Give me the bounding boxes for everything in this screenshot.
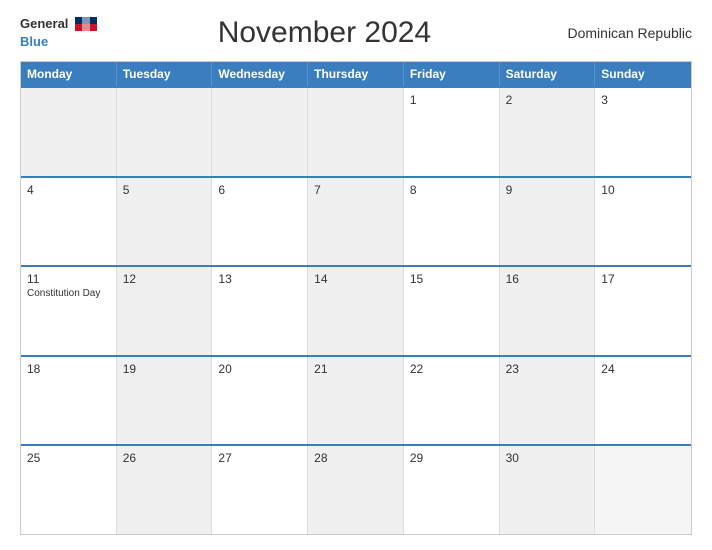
cal-cell-2-6: 9 xyxy=(500,178,596,266)
cal-cell-4-3: 20 xyxy=(212,357,308,445)
day-number: 5 xyxy=(123,183,206,197)
header-day-saturday: Saturday xyxy=(500,62,596,86)
cal-cell-4-4: 21 xyxy=(308,357,404,445)
week-row-5: 25 26 27 28 29 30 xyxy=(21,444,691,534)
day-number: 8 xyxy=(410,183,493,197)
day-number: 30 xyxy=(506,451,589,465)
cal-cell-3-1: 11 Constitution Day xyxy=(21,267,117,355)
cal-cell-4-2: 19 xyxy=(117,357,213,445)
day-number: 23 xyxy=(506,362,589,376)
header-day-wednesday: Wednesday xyxy=(212,62,308,86)
cal-cell-5-2: 26 xyxy=(117,446,213,534)
header: General Blue November 2024 Dominican Rep… xyxy=(20,15,692,51)
logo: General Blue xyxy=(20,15,97,51)
cal-cell-3-4: 14 xyxy=(308,267,404,355)
cal-cell-1-6: 2 xyxy=(500,88,596,176)
day-number: 19 xyxy=(123,362,206,376)
day-number: 18 xyxy=(27,362,110,376)
cal-cell-1-1 xyxy=(21,88,117,176)
day-number: 4 xyxy=(27,183,110,197)
cal-cell-3-7: 17 xyxy=(595,267,691,355)
logo-blue: Blue xyxy=(20,34,48,49)
header-day-friday: Friday xyxy=(404,62,500,86)
cal-cell-2-7: 10 xyxy=(595,178,691,266)
header-day-thursday: Thursday xyxy=(308,62,404,86)
cal-cell-3-5: 15 xyxy=(404,267,500,355)
cal-cell-2-4: 7 xyxy=(308,178,404,266)
day-number: 26 xyxy=(123,451,206,465)
cal-cell-1-2 xyxy=(117,88,213,176)
cal-cell-3-2: 12 xyxy=(117,267,213,355)
country-name: Dominican Republic xyxy=(552,25,692,41)
day-number: 17 xyxy=(601,272,685,286)
day-number: 21 xyxy=(314,362,397,376)
holiday-label: Constitution Day xyxy=(27,288,110,299)
cal-cell-1-4 xyxy=(308,88,404,176)
month-title: November 2024 xyxy=(97,16,552,50)
cal-cell-5-7 xyxy=(595,446,691,534)
cal-cell-2-5: 8 xyxy=(404,178,500,266)
cal-cell-5-4: 28 xyxy=(308,446,404,534)
day-number: 10 xyxy=(601,183,685,197)
cal-cell-3-3: 13 xyxy=(212,267,308,355)
day-number: 3 xyxy=(601,93,685,107)
week-row-3: 11 Constitution Day 12 13 14 15 16 17 xyxy=(21,265,691,355)
calendar-page: General Blue November 2024 Dominican Rep… xyxy=(0,0,712,550)
cal-cell-5-5: 29 xyxy=(404,446,500,534)
cal-cell-3-6: 16 xyxy=(500,267,596,355)
cal-cell-1-5: 1 xyxy=(404,88,500,176)
cal-cell-1-7: 3 xyxy=(595,88,691,176)
cal-cell-5-6: 30 xyxy=(500,446,596,534)
cal-cell-4-7: 24 xyxy=(595,357,691,445)
week-row-4: 18 19 20 21 22 23 24 xyxy=(21,355,691,445)
calendar-header: MondayTuesdayWednesdayThursdayFridaySatu… xyxy=(21,62,691,86)
day-number: 1 xyxy=(410,93,493,107)
header-day-monday: Monday xyxy=(21,62,117,86)
cal-cell-2-3: 6 xyxy=(212,178,308,266)
logo-top-line: General xyxy=(20,15,97,33)
day-number: 7 xyxy=(314,183,397,197)
header-day-sunday: Sunday xyxy=(595,62,691,86)
calendar: MondayTuesdayWednesdayThursdayFridaySatu… xyxy=(20,61,692,535)
cal-cell-4-6: 23 xyxy=(500,357,596,445)
cal-cell-4-5: 22 xyxy=(404,357,500,445)
cal-cell-4-1: 18 xyxy=(21,357,117,445)
day-number: 22 xyxy=(410,362,493,376)
cal-cell-2-1: 4 xyxy=(21,178,117,266)
day-number: 27 xyxy=(218,451,301,465)
day-number: 14 xyxy=(314,272,397,286)
week-row-2: 456789 10 xyxy=(21,176,691,266)
logo-general: General xyxy=(20,16,68,31)
week-row-1: 123 xyxy=(21,86,691,176)
day-number: 11 xyxy=(27,272,110,286)
cal-cell-5-3: 27 xyxy=(212,446,308,534)
day-number: 13 xyxy=(218,272,301,286)
cal-cell-5-1: 25 xyxy=(21,446,117,534)
day-number: 24 xyxy=(601,362,685,376)
day-number: 25 xyxy=(27,451,110,465)
header-day-tuesday: Tuesday xyxy=(117,62,213,86)
cal-cell-1-3 xyxy=(212,88,308,176)
day-number: 29 xyxy=(410,451,493,465)
day-number: 15 xyxy=(410,272,493,286)
cal-cell-2-2: 5 xyxy=(117,178,213,266)
day-number: 16 xyxy=(506,272,589,286)
day-number: 28 xyxy=(314,451,397,465)
day-number: 12 xyxy=(123,272,206,286)
logo-flag-icon xyxy=(75,17,97,31)
calendar-body: 1234567891011Constitution Day12131415161… xyxy=(21,86,691,534)
day-number: 6 xyxy=(218,183,301,197)
day-number: 20 xyxy=(218,362,301,376)
day-number: 9 xyxy=(506,183,589,197)
day-number: 2 xyxy=(506,93,589,107)
